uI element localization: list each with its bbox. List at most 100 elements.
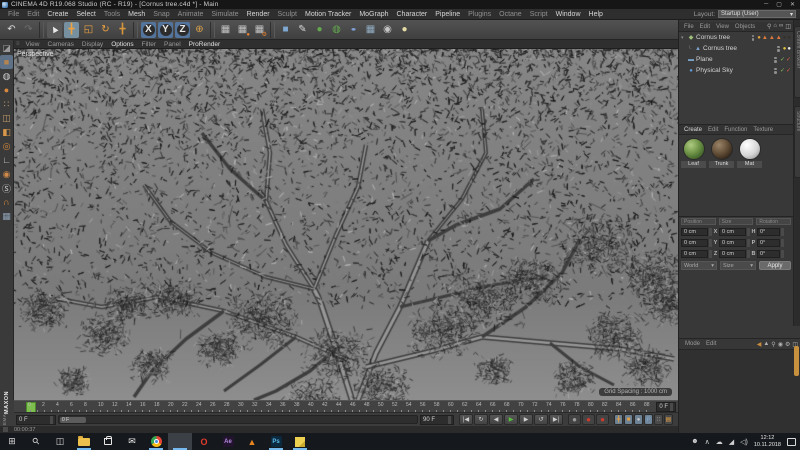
viewport-camera-label[interactable]: Perspective <box>17 51 54 58</box>
undo-icon[interactable]: ↶ <box>4 22 19 38</box>
menu-create[interactable]: Create <box>43 11 72 18</box>
material-item[interactable]: Mat <box>737 138 762 168</box>
object-tag-icon[interactable]: ● <box>783 46 787 52</box>
onedrive-icon[interactable]: ☁ <box>716 438 723 446</box>
viewport-menu-cameras[interactable]: Cameras <box>44 41 78 48</box>
om-filter-icon[interactable]: ∞ <box>779 23 783 30</box>
add-deformer-icon[interactable]: ● <box>346 22 361 38</box>
object-tag-icon[interactable]: ● <box>783 35 787 41</box>
make-editable-icon[interactable]: ◪ <box>0 41 13 55</box>
menu-file[interactable]: File <box>4 11 23 18</box>
material-item[interactable]: Trunk <box>709 138 734 168</box>
viewport-menu-view[interactable]: View <box>22 41 44 48</box>
add-camera-icon[interactable]: ◉ <box>380 22 395 38</box>
object-row[interactable]: └▲Cornus tree●● <box>679 43 793 54</box>
attr-search-icon[interactable]: ⚲ <box>771 341 775 348</box>
stepper[interactable] <box>781 239 784 247</box>
menu-octane[interactable]: Octane <box>495 11 526 18</box>
menu-mograph[interactable]: MoGraph <box>355 11 392 18</box>
om-panel-icon[interactable]: ◫ <box>785 23 791 30</box>
menu-plugins[interactable]: Plugins <box>464 11 495 18</box>
coord-field[interactable]: 0 cm <box>681 228 708 236</box>
material-item[interactable]: Leaf <box>681 138 706 168</box>
object-tag-icon[interactable]: ✓ <box>786 67 791 74</box>
coord-mode-dropdown[interactable]: Size▾ <box>720 261 756 270</box>
dock-tab-content-browser[interactable]: Content Browser <box>794 26 800 98</box>
vlc-button[interactable]: ▲ <box>240 433 264 450</box>
mat-menu-create[interactable]: Create <box>681 127 705 133</box>
coord-field[interactable]: 0 cm <box>681 239 708 247</box>
object-tag-icon[interactable]: ▲ <box>762 35 768 41</box>
coordinate-system-icon[interactable]: ⊕ <box>192 22 207 38</box>
object-tag-icon[interactable]: ✓ <box>780 56 785 63</box>
render-settings-icon[interactable]: ▦⚙ <box>252 22 267 38</box>
action-center-icon[interactable] <box>787 438 796 446</box>
coord-field[interactable]: 0 cm <box>719 239 746 247</box>
dock-tab-structure[interactable]: Structure <box>794 106 800 178</box>
people-icon[interactable]: ☻ <box>691 438 698 446</box>
stepper[interactable] <box>670 403 673 411</box>
sticky-notes-button[interactable] <box>288 433 312 450</box>
enable-axis-icon[interactable]: ∟ <box>0 153 13 167</box>
object-tag-icon[interactable]: ▲ <box>769 35 775 41</box>
coord-field[interactable]: 0 cm <box>681 250 708 258</box>
viewport-menu-display[interactable]: Display <box>78 41 107 48</box>
layout-dropdown[interactable]: Startup (User)▾ <box>718 10 796 18</box>
object-tag-icon[interactable]: ● <box>787 46 791 52</box>
stepper[interactable] <box>448 416 451 424</box>
add-spline-icon[interactable]: ✎ <box>295 22 310 38</box>
add-generator-icon[interactable]: ● <box>312 22 327 38</box>
chrome-button[interactable] <box>144 433 168 450</box>
attr-menu-edit[interactable]: Edit <box>703 341 719 347</box>
add-light-icon[interactable]: ● <box>397 22 412 38</box>
key-scale-toggle[interactable]: ■ <box>624 414 633 425</box>
live-selection-icon[interactable]: ▲ <box>47 22 62 38</box>
maximize-button[interactable]: ▢ <box>776 1 782 8</box>
visibility-dots[interactable] <box>777 46 780 52</box>
object-row[interactable]: ●Physical Sky✓✓ <box>679 65 793 76</box>
edge-mode-icon[interactable]: ◫ <box>0 111 13 125</box>
coord-header-rotation[interactable]: Rotation <box>756 218 791 225</box>
magnet-icon[interactable]: ∩ <box>0 195 13 209</box>
coord-header-position[interactable]: Position <box>681 218 716 225</box>
add-floor-icon[interactable]: ▦ <box>363 22 378 38</box>
visibility-dots[interactable] <box>774 57 777 63</box>
mail-button[interactable]: ✉ <box>120 433 144 450</box>
file-explorer-button[interactable] <box>72 433 96 450</box>
key-rotation-toggle[interactable]: ● <box>634 414 643 425</box>
object-tag-icon[interactable]: ● <box>787 35 791 41</box>
snap-icon[interactable]: Ⓢ <box>0 181 13 195</box>
coord-header-size[interactable]: Size <box>719 218 754 225</box>
range-end-field[interactable]: 90 F <box>420 415 454 425</box>
menu-script[interactable]: Script <box>526 11 552 18</box>
z-axis-lock-icon[interactable]: Z <box>175 22 190 38</box>
search-button[interactable]: ⚲ <box>24 433 48 450</box>
model-mode-icon[interactable]: ■ <box>0 55 13 69</box>
om-menu-view[interactable]: View <box>713 24 732 30</box>
close-button[interactable]: ✕ <box>790 1 795 8</box>
menu-sculpt[interactable]: Sculpt <box>274 11 301 18</box>
taskbar-clock[interactable]: 12:12 10.11.2018 <box>754 435 781 448</box>
coord-field[interactable]: 0 cm <box>719 250 746 258</box>
timeline-ruler[interactable]: 0246810121416182022242628303234363840424… <box>14 400 678 413</box>
stepper[interactable] <box>781 228 784 236</box>
key-parameter-toggle[interactable]: Ⓟ <box>644 414 653 425</box>
store-button[interactable] <box>96 433 120 450</box>
om-menu-edit[interactable]: Edit <box>697 24 713 30</box>
viewport-menu-panel[interactable]: Panel <box>160 41 185 48</box>
attr-history-icon[interactable]: ▲ <box>763 341 769 348</box>
attr-gear-icon[interactable]: ⚙ <box>785 341 790 348</box>
cycle-button[interactable]: ↻ <box>474 414 488 425</box>
current-frame-field[interactable]: 0 F <box>16 415 56 425</box>
coord-field[interactable]: 0° <box>757 228 780 236</box>
goto-end-button[interactable]: ▶| <box>549 414 563 425</box>
panel-scrollbar[interactable] <box>794 346 799 376</box>
cinema4d-button[interactable] <box>168 433 192 450</box>
timeline-slider[interactable]: 0 F <box>58 415 418 424</box>
object-tag-icon[interactable]: ✓ <box>780 67 785 74</box>
visibility-dots[interactable] <box>752 35 755 41</box>
y-axis-lock-icon[interactable]: Y <box>158 22 173 38</box>
apply-button[interactable]: Apply <box>759 261 791 270</box>
coord-field[interactable]: 0 cm <box>719 228 746 236</box>
menu-mesh[interactable]: Mesh <box>124 11 149 18</box>
